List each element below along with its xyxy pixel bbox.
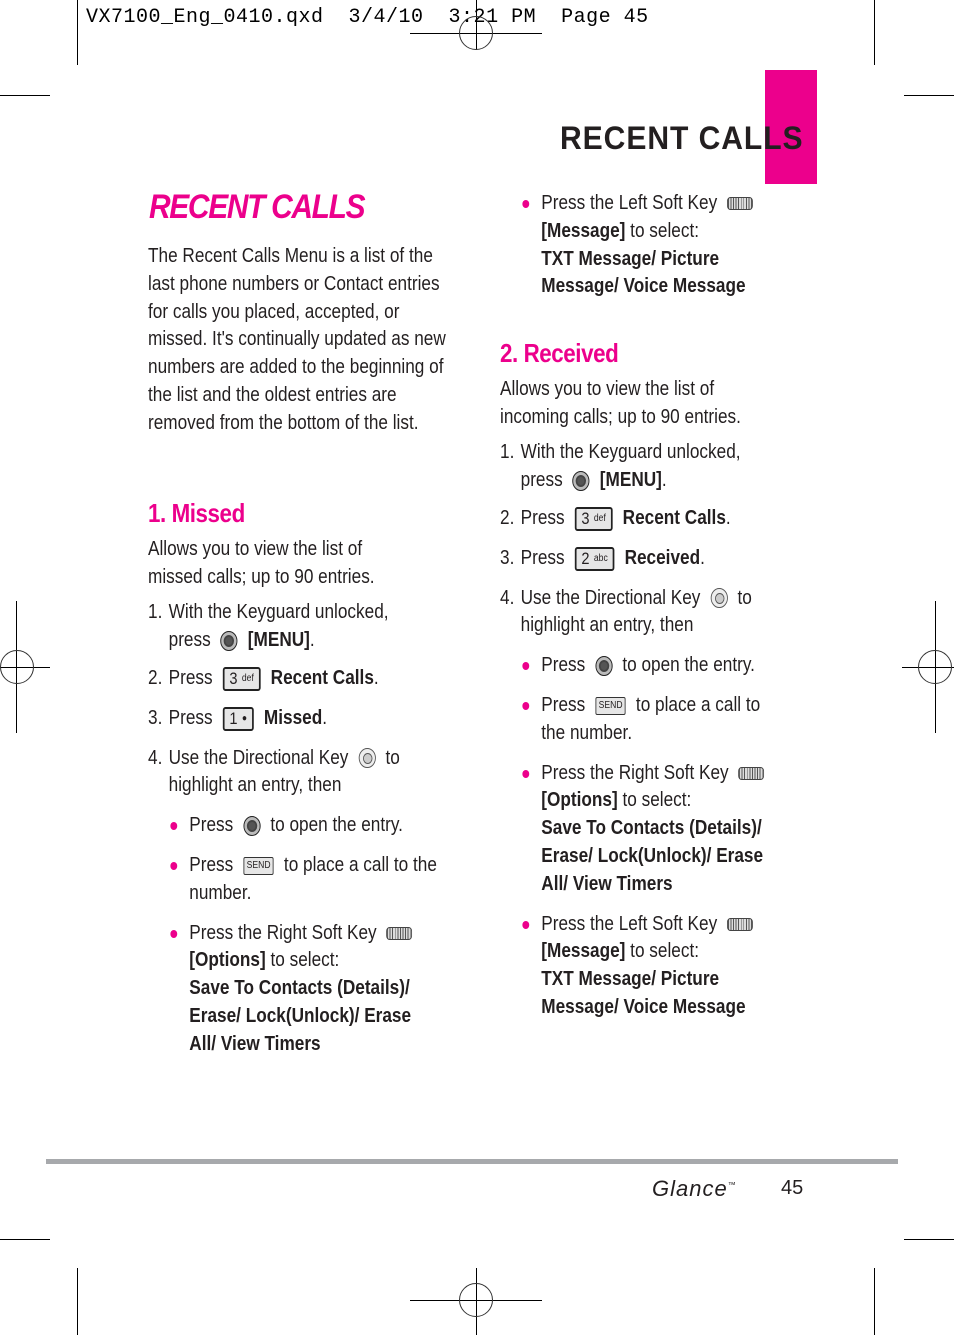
section-header-title: RECENT CALLS [560, 120, 804, 156]
bullet-icon [522, 200, 530, 208]
printer-slug: VX7100_Eng_0410.qxd 3/4/10 3:21 PM Page … [86, 6, 649, 29]
step-2: 2. Press 3 def Recent Calls. [500, 506, 731, 531]
footer-rule [46, 1159, 898, 1164]
bullet-icon [522, 920, 530, 929]
crop-mark [904, 1239, 954, 1240]
ok-key-icon [572, 470, 590, 491]
step-2: 2. Press 3 def Recent Calls. [148, 666, 379, 691]
step-4: 4. Use the Directional Key to highlight … [500, 586, 752, 637]
crop-mark [904, 95, 954, 96]
section-heading-missed: 1. Missed [148, 498, 245, 528]
key-1-voicemail-icon: 1 ● [222, 706, 254, 731]
options-list: Save To Contacts (Details)/ Erase/ Lock(… [189, 977, 412, 1055]
bullet-right-soft-key: Press the Right Soft Key [Options] to se… [169, 920, 449, 1059]
registration-circle [0, 650, 34, 684]
section-heading-received: 2. Received [500, 338, 619, 368]
bullet-left-soft-key: Press the Left Soft Key [Message] to sel… [521, 911, 784, 1022]
key-3-icon: 3 def [222, 666, 261, 691]
options-list: Save To Contacts (Details)/ Erase/ Lock(… [541, 817, 764, 895]
right-soft-key-icon [738, 766, 765, 780]
bullet-place-call: Press SEND to place a call to the number… [521, 692, 784, 748]
key-3-icon: 3 def [574, 506, 613, 531]
page-title: RECENT CALLS [149, 188, 366, 226]
intro-paragraph: The Recent Calls Menu is a list of the l… [148, 245, 446, 434]
registration-circle [459, 1283, 493, 1317]
step-1: 1. With the Keyguard unlocked, press [ME… [148, 601, 389, 652]
section-description: Allows you to view the list of missed ca… [148, 537, 375, 588]
step-3: 3. Press 1 ● Missed. [148, 706, 328, 731]
message-list: TXT Message/ Picture Message/ Voice Mess… [541, 247, 746, 298]
bullet-open-entry: Press to open the entry. [169, 812, 449, 840]
bullet-icon [522, 662, 530, 671]
directional-key-icon [358, 748, 376, 769]
crop-mark [874, 0, 875, 65]
bullet-open-entry: Press to open the entry. [521, 652, 784, 680]
bullet-icon [522, 769, 530, 778]
registration-circle [459, 16, 493, 50]
brand-logo: Glance™ [652, 1176, 737, 1201]
step-3: 3. Press 2 abc Received. [500, 546, 705, 571]
ok-key-icon [220, 630, 238, 651]
ok-key-icon [595, 655, 613, 676]
bullet-icon [170, 861, 178, 870]
send-key-icon: SEND [595, 696, 626, 715]
bullet-right-soft-key: Press the Right Soft Key [Options] to se… [521, 760, 784, 899]
bullet-icon [522, 701, 530, 710]
section-description: Allows you to view the list of incoming … [500, 377, 741, 428]
step-1: 1. With the Keyguard unlocked, press [ME… [500, 441, 741, 492]
left-soft-key-icon [727, 197, 753, 211]
bullet-icon [170, 929, 178, 938]
right-soft-key-icon [386, 926, 413, 940]
registration-circle [918, 650, 952, 684]
step-4: 4. Use the Directional Key to highlight … [148, 746, 400, 797]
crop-mark [874, 1268, 875, 1335]
directional-key-icon [710, 588, 728, 609]
message-list: TXT Message/ Picture Message/ Voice Mess… [541, 968, 746, 1018]
crop-mark [77, 0, 78, 65]
send-key-icon: SEND [243, 856, 274, 875]
left-soft-key-icon [727, 917, 753, 931]
ok-key-icon [243, 815, 261, 836]
bullet-left-soft-key: Press the Left Soft Key [Message] to sel… [521, 190, 784, 301]
crop-mark [77, 1268, 78, 1335]
key-2-icon: 2 abc [574, 546, 615, 571]
page-number: 45 [781, 1177, 804, 1199]
crop-mark [0, 1239, 50, 1240]
bullet-place-call: Press SEND to place a call to the number… [169, 852, 449, 908]
crop-mark [0, 95, 50, 96]
bullet-icon [170, 822, 178, 831]
